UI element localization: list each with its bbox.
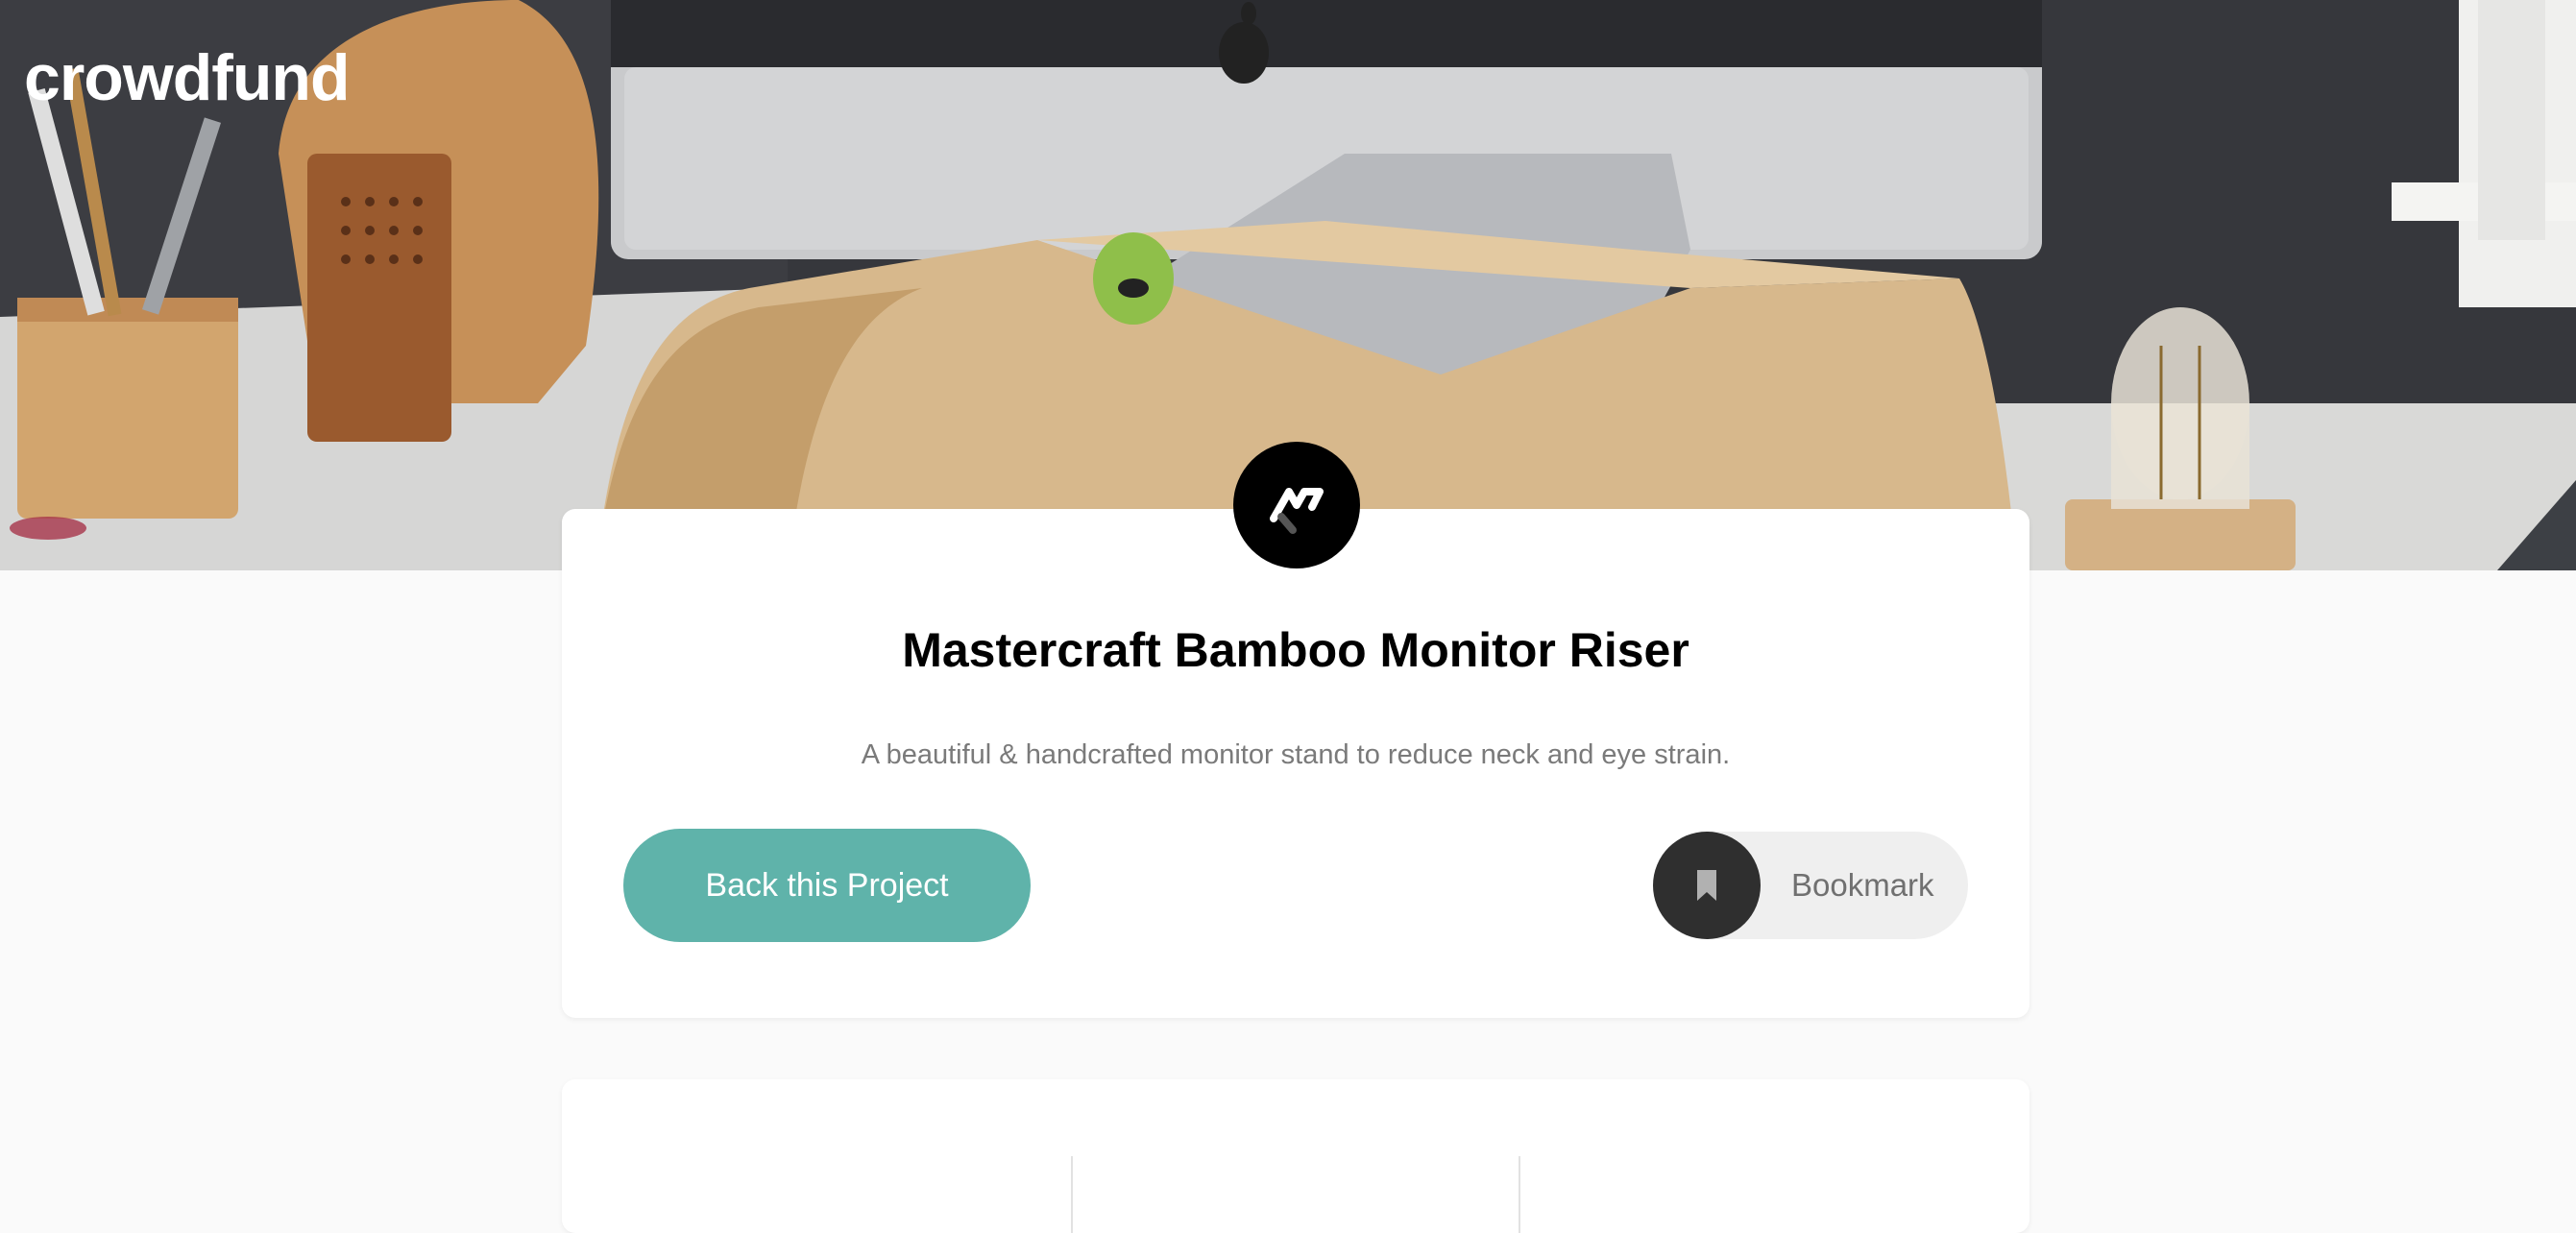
bookmark-label: Bookmark — [1791, 867, 1934, 903]
bookmark-icon — [1653, 832, 1761, 939]
mastercraft-logo-icon — [1233, 442, 1360, 568]
project-description: A beautiful & handcrafted monitor stand … — [861, 739, 1731, 770]
stats-divider — [1071, 1156, 1073, 1233]
stats-divider — [1519, 1156, 1520, 1233]
back-project-button[interactable]: Back this Project — [623, 829, 1031, 942]
stats-card — [562, 1079, 2029, 1233]
site-logo[interactable]: crowdfund — [24, 40, 351, 115]
bookmark-button[interactable]: Bookmark — [1653, 832, 1968, 939]
project-card: Mastercraft Bamboo Monitor Riser A beaut… — [562, 509, 2029, 1018]
project-title: Mastercraft Bamboo Monitor Riser — [902, 623, 1689, 677]
